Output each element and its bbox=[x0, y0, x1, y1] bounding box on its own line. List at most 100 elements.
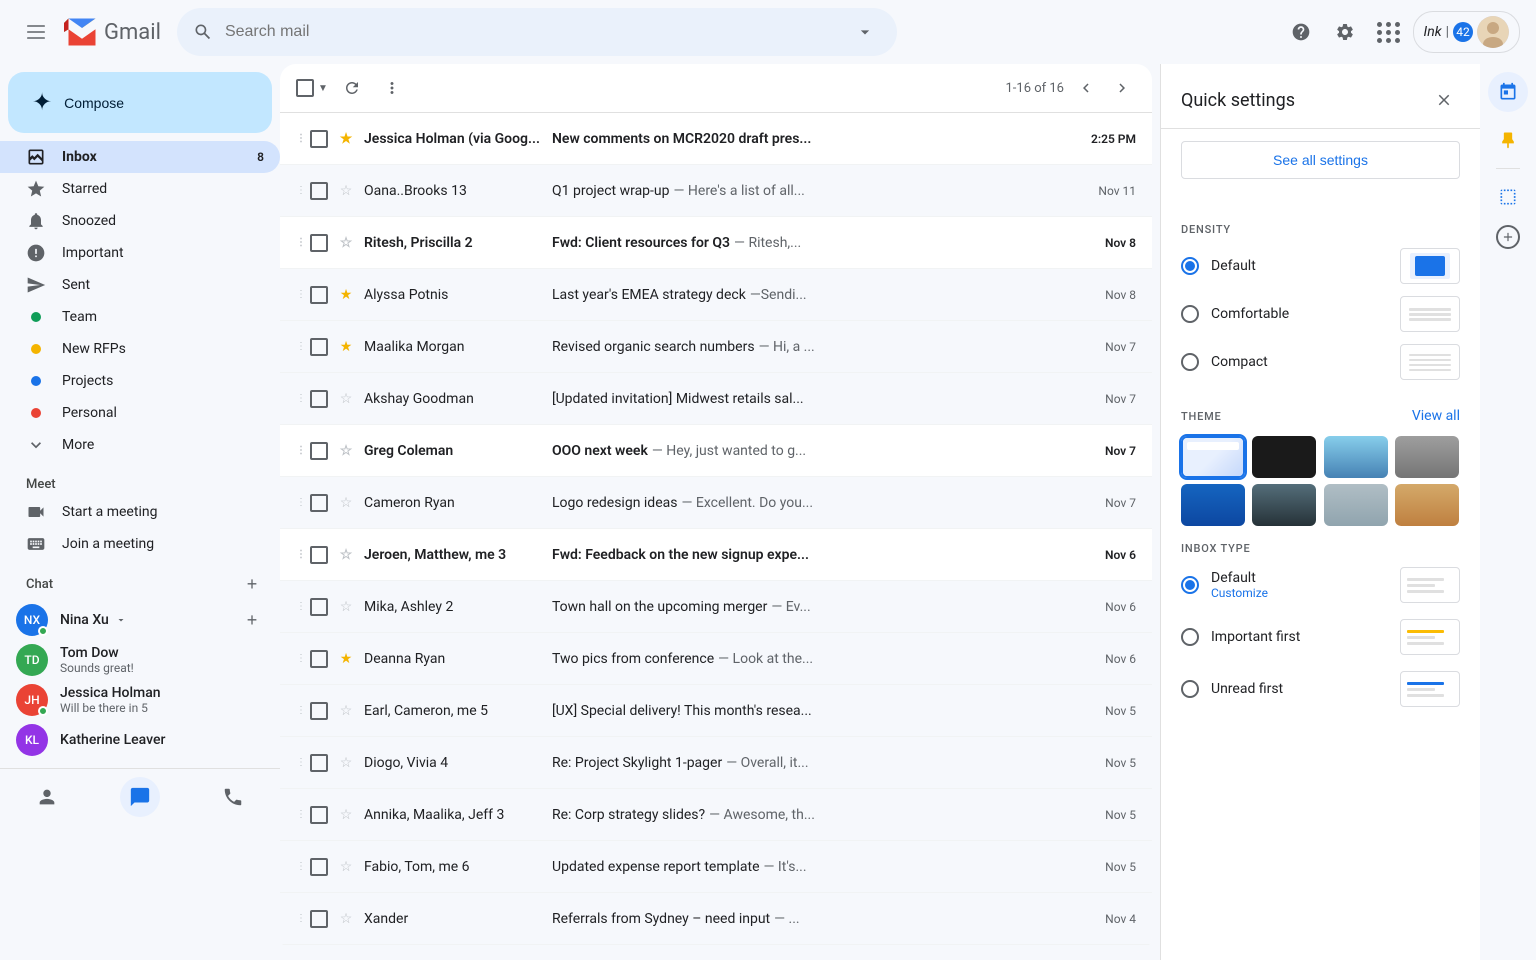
next-page-button[interactable] bbox=[1108, 74, 1136, 102]
email-checkbox[interactable] bbox=[310, 286, 328, 304]
star-button[interactable]: ☆ bbox=[336, 909, 356, 929]
inbox-important-first-option[interactable]: Important first bbox=[1181, 619, 1460, 655]
email-checkbox[interactable] bbox=[310, 494, 328, 512]
join-meeting-button[interactable]: Join a meeting bbox=[0, 528, 280, 560]
email-row[interactable]: ⋮⋮ ☆ Cameron Ryan Logo redesign ideas — … bbox=[280, 477, 1152, 529]
chat-user-katherine[interactable]: KL Katherine Leaver bbox=[0, 720, 280, 760]
sidebar-item-more[interactable]: More bbox=[0, 429, 280, 461]
inbox-default-radio[interactable] bbox=[1181, 576, 1199, 594]
theme-stone[interactable] bbox=[1395, 436, 1459, 478]
theme-ocean[interactable] bbox=[1181, 484, 1245, 526]
email-row[interactable]: ⋮⋮ ☆ Diogo, Vivia 4 Re: Project Skylight… bbox=[280, 737, 1152, 789]
email-checkbox[interactable] bbox=[310, 546, 328, 564]
email-checkbox[interactable] bbox=[310, 442, 328, 460]
email-row[interactable]: ⋮⋮ ☆ Ritesh, Priscilla 2 Fwd: Client res… bbox=[280, 217, 1152, 269]
email-row[interactable]: ⋮⋮ ☆ Oana..Brooks 13 Q1 project wrap-up … bbox=[280, 165, 1152, 217]
chat-button[interactable] bbox=[120, 777, 160, 817]
inbox-customize-link[interactable]: Customize bbox=[1211, 586, 1268, 600]
email-checkbox[interactable] bbox=[310, 130, 328, 148]
email-row[interactable]: ⋮⋮ ★ Deanna Ryan Two pics from conferenc… bbox=[280, 633, 1152, 685]
email-checkbox[interactable] bbox=[310, 390, 328, 408]
star-button[interactable]: ☆ bbox=[336, 753, 356, 773]
star-button[interactable]: ☆ bbox=[336, 441, 356, 461]
sidebar-item-personal[interactable]: Personal bbox=[0, 397, 280, 429]
tasks-button[interactable] bbox=[1488, 177, 1528, 217]
email-row[interactable]: ⋮⋮ ★ Maalika Morgan Revised organic sear… bbox=[280, 321, 1152, 373]
inbox-unread-radio[interactable] bbox=[1181, 680, 1199, 698]
see-all-settings-button[interactable]: See all settings bbox=[1181, 141, 1460, 179]
menu-button[interactable] bbox=[16, 12, 56, 52]
inbox-unread-first-option[interactable]: Unread first bbox=[1181, 671, 1460, 707]
calendar-button[interactable] bbox=[1488, 72, 1528, 112]
star-button[interactable]: ☆ bbox=[336, 545, 356, 565]
star-button[interactable]: ☆ bbox=[336, 389, 356, 409]
refresh-button[interactable] bbox=[336, 72, 368, 104]
email-row[interactable]: ⋮⋮ ☆ Annika, Maalika, Jeff 3 Re: Corp st… bbox=[280, 789, 1152, 841]
prev-page-button[interactable] bbox=[1072, 74, 1100, 102]
star-button[interactable]: ★ bbox=[336, 285, 356, 305]
compose-button[interactable]: ✦ Compose bbox=[8, 72, 272, 133]
email-row[interactable]: ⋮⋮ ★ Jessica Holman (via Goog... New com… bbox=[280, 113, 1152, 165]
more-options-button[interactable] bbox=[376, 72, 408, 104]
phone-button[interactable] bbox=[213, 777, 253, 817]
profile-button[interactable]: Ink | 42 bbox=[1413, 11, 1521, 53]
email-row[interactable]: ⋮⋮ ★ Alyssa Potnis Last year's EMEA stra… bbox=[280, 269, 1152, 321]
star-button[interactable]: ☆ bbox=[336, 493, 356, 513]
density-compact-option[interactable]: Compact bbox=[1181, 344, 1460, 380]
email-checkbox[interactable] bbox=[310, 338, 328, 356]
star-button[interactable]: ☆ bbox=[336, 233, 356, 253]
sidebar-item-new-rfps[interactable]: New RFPs bbox=[0, 333, 280, 365]
theme-gmail-default[interactable] bbox=[1181, 436, 1245, 478]
email-row[interactable]: ⋮⋮ ☆ Mika, Ashley 2 Town hall on the upc… bbox=[280, 581, 1152, 633]
start-meeting-button[interactable]: Start a meeting bbox=[0, 496, 280, 528]
email-row[interactable]: ⋮⋮ ☆ Xander Referrals from Sydney – need… bbox=[280, 893, 1152, 945]
email-row[interactable]: ⋮⋮ ☆ Jeroen, Matthew, me 3 Fwd: Feedback… bbox=[280, 529, 1152, 581]
star-button[interactable]: ★ bbox=[336, 649, 356, 669]
apps-button[interactable] bbox=[1369, 12, 1409, 52]
email-row[interactable]: ⋮⋮ ☆ Earl, Cameron, me 5 [UX] Special de… bbox=[280, 685, 1152, 737]
email-checkbox[interactable] bbox=[310, 910, 328, 928]
star-button[interactable]: ☆ bbox=[336, 597, 356, 617]
settings-button[interactable] bbox=[1325, 12, 1365, 52]
density-compact-radio[interactable] bbox=[1181, 353, 1199, 371]
email-checkbox[interactable] bbox=[310, 806, 328, 824]
email-row[interactable]: ⋮⋮ ☆ Greg Coleman OOO next week — Hey, j… bbox=[280, 425, 1152, 477]
contacts-button[interactable] bbox=[27, 777, 67, 817]
density-default-radio[interactable] bbox=[1181, 257, 1199, 275]
star-button[interactable]: ☆ bbox=[336, 857, 356, 877]
nina-add-button[interactable]: + bbox=[240, 608, 264, 632]
star-button[interactable]: ☆ bbox=[336, 805, 356, 825]
email-checkbox[interactable] bbox=[310, 182, 328, 200]
star-button[interactable]: ☆ bbox=[336, 181, 356, 201]
email-checkbox[interactable] bbox=[310, 754, 328, 772]
sidebar-item-sent[interactable]: Sent bbox=[0, 269, 280, 301]
theme-mountains[interactable] bbox=[1252, 484, 1316, 526]
select-dropdown-arrow[interactable]: ▼ bbox=[318, 83, 328, 94]
view-all-themes-button[interactable]: View all bbox=[1412, 408, 1460, 424]
email-checkbox[interactable] bbox=[310, 858, 328, 876]
help-button[interactable] bbox=[1281, 12, 1321, 52]
email-row[interactable]: ⋮⋮ ☆ Akshay Goodman [Updated invitation]… bbox=[280, 373, 1152, 425]
email-checkbox[interactable] bbox=[310, 702, 328, 720]
sidebar-item-important[interactable]: Important bbox=[0, 237, 280, 269]
select-all-area[interactable]: ▼ bbox=[296, 79, 328, 97]
star-button[interactable]: ★ bbox=[336, 129, 356, 149]
inbox-default-option[interactable]: Default Customize bbox=[1181, 567, 1460, 603]
email-checkbox[interactable] bbox=[310, 234, 328, 252]
sidebar-item-inbox[interactable]: Inbox 8 bbox=[0, 141, 280, 173]
chat-user-tom[interactable]: TD Tom Dow Sounds great! bbox=[0, 640, 280, 680]
sidebar-item-starred[interactable]: Starred bbox=[0, 173, 280, 205]
keep-button[interactable] bbox=[1488, 120, 1528, 160]
theme-black[interactable] bbox=[1252, 436, 1316, 478]
email-checkbox[interactable] bbox=[310, 598, 328, 616]
theme-desert[interactable] bbox=[1395, 484, 1459, 526]
density-default-option[interactable]: Default bbox=[1181, 248, 1460, 284]
email-row[interactable]: ⋮⋮ ☆ Aylin, Leni, me 5 Checking in re: B… bbox=[280, 945, 1152, 952]
close-quick-settings-button[interactable] bbox=[1428, 84, 1460, 116]
star-button[interactable]: ☆ bbox=[336, 701, 356, 721]
chat-user-nina[interactable]: NX Nina Xu + bbox=[0, 600, 280, 640]
search-input[interactable] bbox=[225, 23, 837, 41]
density-comfortable-option[interactable]: Comfortable bbox=[1181, 296, 1460, 332]
email-checkbox[interactable] bbox=[310, 650, 328, 668]
new-chat-button[interactable]: + bbox=[240, 572, 264, 596]
